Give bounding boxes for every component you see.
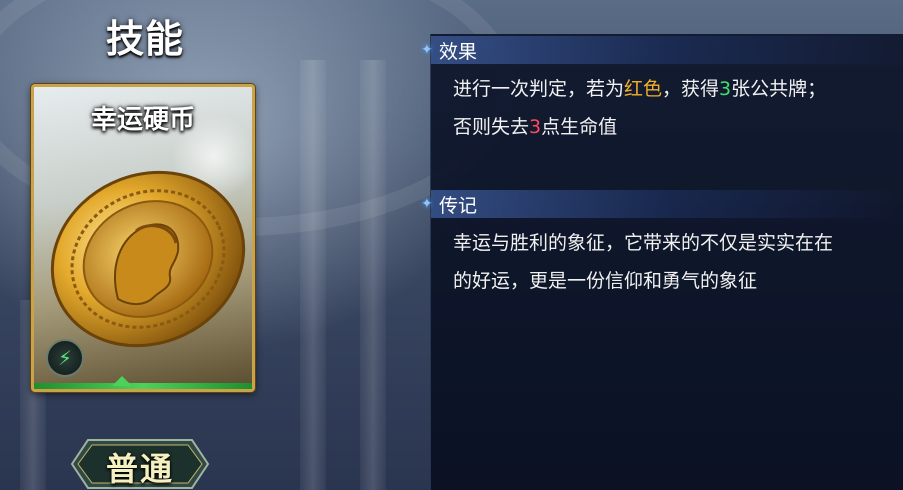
skill-info-panel: ✦ 效果 进行一次判定，若为红色，获得3张公共牌； 否则失去3点生命值 ✦ 传记… bbox=[421, 34, 903, 490]
effect-line-1: 进行一次判定，若为红色，获得3张公共牌； bbox=[453, 70, 893, 108]
background-pillar bbox=[300, 60, 326, 490]
effect-text-part: 张公共牌； bbox=[731, 78, 827, 100]
effect-header-label: 效果 bbox=[439, 40, 478, 63]
lore-line-2: 的好运，更是一份信仰和勇气的象征 bbox=[453, 270, 758, 292]
lore-text: 幸运与胜利的象征，它带来的不仅是实实在在 的好运，更是一份信仰和勇气的象征 bbox=[453, 224, 893, 300]
effect-text: 进行一次判定，若为红色，获得3张公共牌； 否则失去3点生命值 bbox=[453, 70, 893, 146]
page-title: 技能 bbox=[105, 17, 184, 61]
sparkle-icon: ✦ bbox=[421, 196, 433, 212]
card-type-label: 普通 bbox=[105, 450, 174, 488]
card-notch bbox=[112, 376, 132, 386]
skill-card[interactable]: 幸运硬币 ⚡ bbox=[31, 84, 255, 392]
lore-header: ✦ 传记 bbox=[421, 190, 477, 218]
gold-coin-artwork bbox=[50, 170, 246, 348]
effect-header: ✦ 效果 bbox=[421, 36, 477, 64]
effect-text-part: 否则失去 bbox=[453, 116, 530, 138]
lore-line-1: 幸运与胜利的象征，它带来的不仅是实实在在 bbox=[453, 232, 834, 254]
effect-number-gain: 3 bbox=[719, 78, 732, 100]
effect-text-part: 点生命值 bbox=[541, 116, 618, 138]
background-pillar bbox=[360, 60, 386, 490]
lore-header-label: 传记 bbox=[439, 194, 478, 217]
effect-keyword-red: 红色 bbox=[624, 78, 663, 100]
effect-header-bar bbox=[431, 36, 903, 64]
card-name: 幸运硬币 bbox=[90, 105, 195, 135]
effect-text-part: ，获得 bbox=[662, 78, 720, 100]
effect-line-2: 否则失去3点生命值 bbox=[453, 108, 893, 146]
lore-header-bar bbox=[431, 190, 903, 218]
lightning-icon: ⚡ bbox=[46, 339, 84, 377]
effect-number-loss: 3 bbox=[529, 116, 542, 138]
sparkle-icon: ✦ bbox=[421, 42, 433, 58]
effect-text-part: 进行一次判定，若为 bbox=[453, 78, 625, 100]
